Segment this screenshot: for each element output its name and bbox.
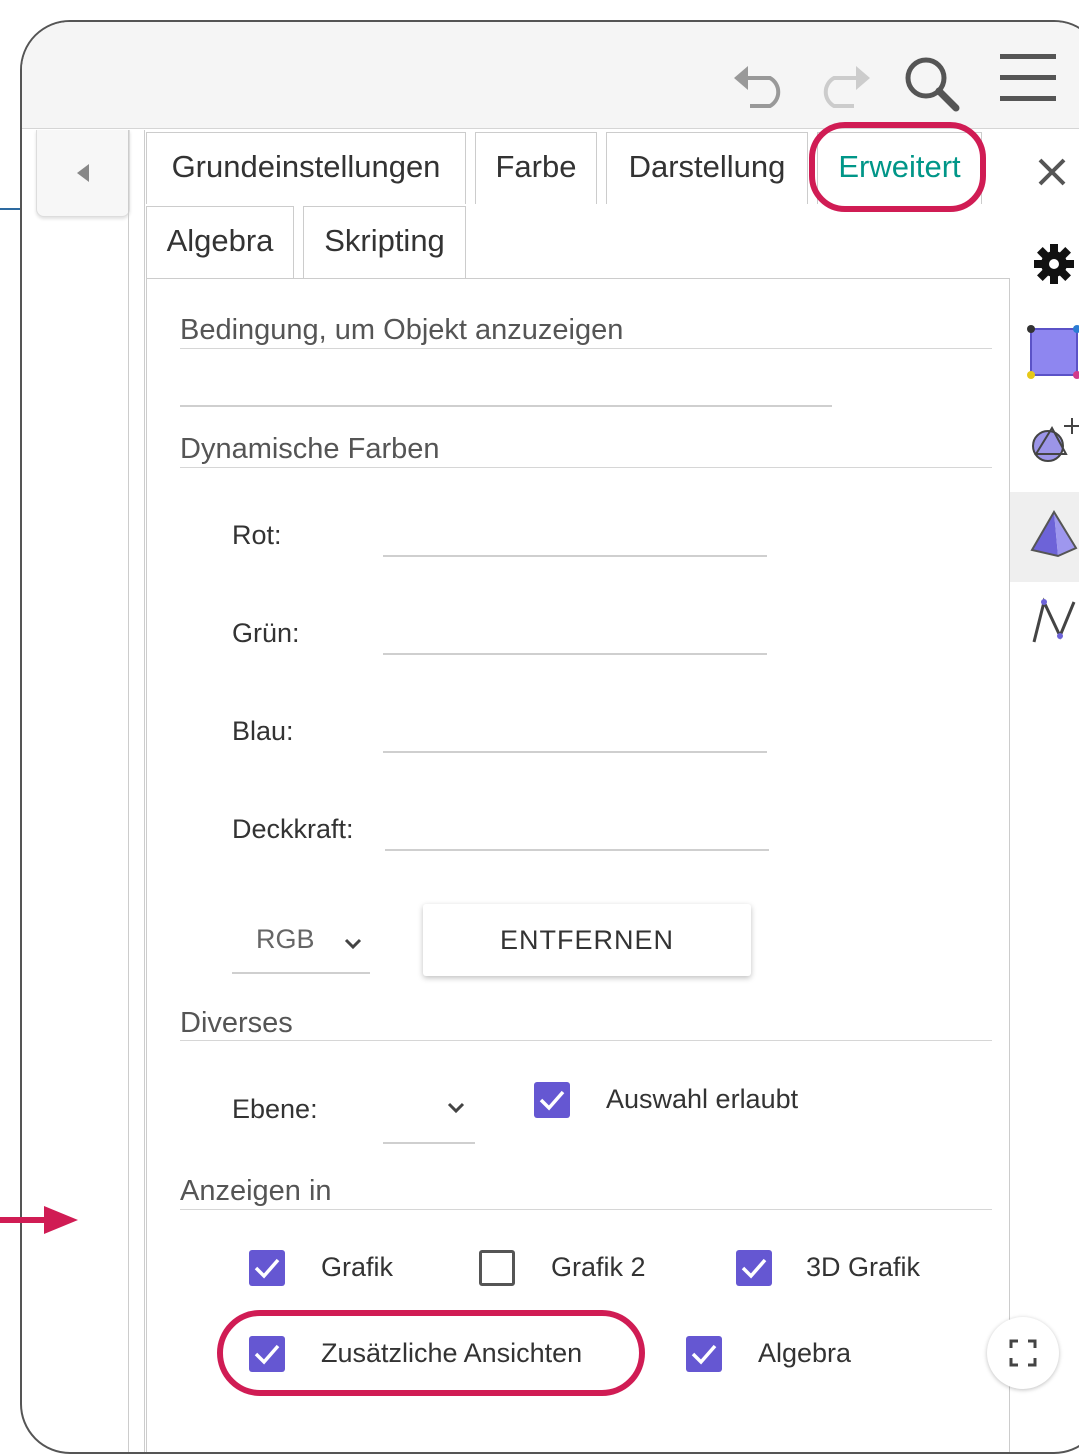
section-rule bbox=[180, 1209, 992, 1210]
graph-icon[interactable] bbox=[1030, 596, 1078, 646]
chevron-left-icon bbox=[77, 164, 89, 182]
section-rule bbox=[180, 348, 992, 349]
pointer-arrow-icon bbox=[0, 1206, 78, 1234]
section-title-condition: Bedingung, um Objekt anzuzeigen bbox=[180, 314, 624, 346]
dropdown-underline bbox=[232, 972, 370, 974]
section-rule bbox=[180, 1040, 992, 1041]
checkmark-icon bbox=[741, 1258, 767, 1279]
algebra-checkbox[interactable] bbox=[686, 1336, 722, 1372]
tab-darstellung[interactable]: Darstellung bbox=[606, 132, 808, 204]
label-gruen: Grün: bbox=[232, 618, 300, 648]
selection-allowed-checkbox[interactable] bbox=[534, 1082, 570, 1118]
panel-divider bbox=[128, 130, 129, 1452]
shapes-add-icon[interactable] bbox=[1028, 414, 1079, 466]
highlight-additional-views bbox=[217, 1310, 645, 1396]
section-title-dynamic-colors: Dynamische Farben bbox=[180, 433, 440, 465]
gruen-input[interactable] bbox=[383, 653, 767, 655]
tab-skripting[interactable]: Skripting bbox=[303, 206, 466, 278]
grafik-label: Grafik bbox=[321, 1252, 394, 1282]
label-ebene: Ebene: bbox=[232, 1094, 318, 1124]
fullscreen-button[interactable] bbox=[987, 1317, 1059, 1389]
grafik-checkbox[interactable] bbox=[249, 1250, 285, 1286]
search-icon[interactable] bbox=[902, 54, 962, 114]
top-toolbar bbox=[22, 22, 1079, 129]
chevron-down-icon bbox=[344, 938, 362, 950]
section-title-misc: Diverses bbox=[180, 1007, 293, 1039]
gear-icon[interactable] bbox=[1032, 242, 1076, 286]
label-blau: Blau: bbox=[232, 716, 294, 746]
deckkraft-input[interactable] bbox=[385, 849, 769, 851]
grafik3d-label: 3D Grafik bbox=[806, 1252, 921, 1282]
label-rot: Rot: bbox=[232, 520, 282, 550]
close-icon[interactable] bbox=[1032, 152, 1072, 192]
highlight-erweitert bbox=[809, 122, 986, 212]
fullscreen-icon bbox=[1009, 1339, 1037, 1367]
tab-algebra[interactable]: Algebra bbox=[146, 206, 294, 278]
condition-input[interactable] bbox=[180, 405, 832, 407]
layer-dropdown[interactable] bbox=[383, 1082, 475, 1144]
panel-divider-inner bbox=[144, 130, 145, 1452]
app-window: Grundeinstellungen Farbe Darstellung Erw… bbox=[20, 20, 1079, 1454]
checkmark-icon bbox=[539, 1090, 565, 1111]
checkmark-icon bbox=[691, 1344, 717, 1365]
grafik2-label: Grafik 2 bbox=[551, 1252, 646, 1282]
color-mode-value: RGB bbox=[256, 924, 315, 954]
label-deckkraft: Deckkraft: bbox=[232, 814, 354, 844]
blau-input[interactable] bbox=[383, 751, 767, 753]
chevron-down-icon bbox=[447, 1102, 465, 1114]
grafik3d-checkbox[interactable] bbox=[736, 1250, 772, 1286]
section-title-show-in: Anzeigen in bbox=[180, 1175, 332, 1207]
grafik2-checkbox[interactable] bbox=[479, 1250, 515, 1286]
redo-icon[interactable] bbox=[812, 64, 872, 108]
selection-allowed-label: Auswahl erlaubt bbox=[606, 1084, 799, 1114]
menu-icon[interactable] bbox=[998, 52, 1058, 104]
section-rule bbox=[180, 467, 992, 468]
color-mode-dropdown[interactable]: RGB bbox=[232, 912, 370, 974]
outer-divider-line bbox=[0, 208, 20, 210]
checkmark-icon bbox=[254, 1258, 280, 1279]
undo-icon[interactable] bbox=[732, 64, 792, 108]
collapse-panel-button[interactable] bbox=[36, 130, 130, 217]
pyramid-3d-icon[interactable] bbox=[1028, 510, 1079, 560]
remove-button[interactable]: ENTFERNEN bbox=[423, 904, 751, 976]
tab-grundeinstellungen[interactable]: Grundeinstellungen bbox=[146, 132, 466, 204]
dropdown-underline bbox=[383, 1142, 475, 1144]
polygon-style-icon[interactable] bbox=[1026, 324, 1079, 380]
tab-farbe[interactable]: Farbe bbox=[475, 132, 597, 204]
algebra-label: Algebra bbox=[758, 1338, 852, 1368]
rot-input[interactable] bbox=[383, 555, 767, 557]
